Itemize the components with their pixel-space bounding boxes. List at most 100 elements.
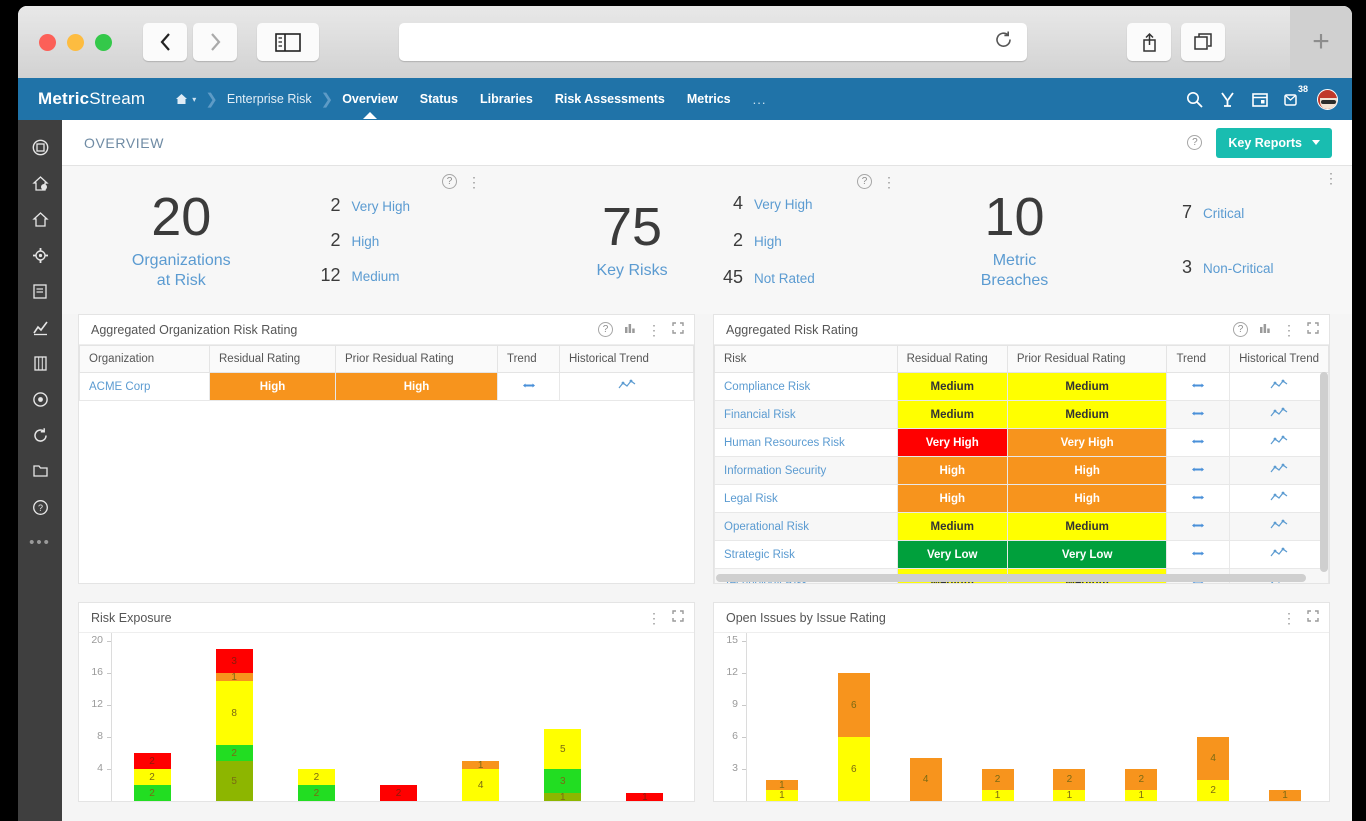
kebab-icon[interactable]: ⋮ — [1282, 326, 1296, 334]
chart-bar[interactable]: 24 — [1197, 737, 1229, 801]
cell-historical-trend[interactable] — [1230, 401, 1329, 429]
cell-historical-trend[interactable] — [560, 373, 694, 401]
close-window-button[interactable] — [39, 34, 56, 51]
info-icon[interactable]: ? — [857, 174, 872, 189]
chart-bar-segment[interactable]: 2 — [216, 745, 253, 761]
kebab-icon[interactable]: ⋮ — [1324, 174, 1338, 182]
reload-icon[interactable] — [994, 30, 1013, 54]
kpi-breakdown-row[interactable]: 2High — [319, 230, 558, 251]
share-button[interactable] — [1127, 23, 1171, 61]
chart-bar[interactable]: 22 — [298, 769, 335, 801]
sidebar-item-target-icon[interactable] — [23, 382, 57, 416]
kpi-metric-breaches[interactable]: 10 Metric Breaches — [867, 190, 1162, 291]
chart-bar-segment[interactable]: 4 — [462, 769, 499, 801]
new-tab-button[interactable]: + — [1290, 6, 1352, 78]
cell-historical-trend[interactable] — [1230, 485, 1329, 513]
chart-bar-segment[interactable]: 4 — [910, 758, 942, 801]
col-organization[interactable]: Organization — [80, 346, 210, 373]
table-row[interactable]: Strategic RiskVery LowVery Low — [715, 541, 1329, 569]
chart-bar[interactable]: 4 — [910, 758, 942, 801]
table-row[interactable]: Operational RiskMediumMedium — [715, 513, 1329, 541]
tools-icon[interactable] — [1219, 91, 1236, 108]
sidebar-item-home-alert-icon[interactable] — [23, 166, 57, 200]
nav-link-risk-assessments[interactable]: Risk Assessments — [555, 92, 665, 106]
sidebar-item-more-icon[interactable]: ••• — [23, 526, 57, 560]
risk-table-scroll-area[interactable]: Risk Residual Rating Prior Residual Rati… — [714, 345, 1329, 583]
cell-historical-trend[interactable] — [1230, 457, 1329, 485]
col-trend[interactable]: Trend — [1167, 346, 1230, 373]
table-row[interactable]: Financial RiskMediumMedium — [715, 401, 1329, 429]
nav-link-status[interactable]: Status — [420, 92, 458, 106]
col-trend[interactable]: Trend — [498, 346, 560, 373]
export-icon[interactable] — [1259, 322, 1271, 337]
cell-historical-trend[interactable] — [1230, 541, 1329, 569]
cell-historical-trend[interactable] — [1230, 373, 1329, 401]
info-icon[interactable]: ? — [598, 322, 613, 337]
chart-bar[interactable]: 135 — [544, 729, 581, 801]
chart-bar-segment[interactable]: 1 — [982, 790, 1014, 801]
minimize-window-button[interactable] — [67, 34, 84, 51]
info-icon[interactable]: ? — [1233, 322, 1248, 337]
col-historical-trend[interactable]: Historical Trend — [1230, 346, 1329, 373]
chart-bar-segment[interactable]: 5 — [216, 761, 253, 801]
kpi-key-risks[interactable]: 75 Key Risks — [557, 200, 707, 281]
sidebar-item-dashboard-icon[interactable] — [23, 130, 57, 164]
sidebar-item-chart-icon[interactable] — [23, 310, 57, 344]
chart-bar-segment[interactable]: 1 — [766, 790, 798, 801]
chart-bar-segment[interactable]: 2 — [298, 769, 335, 785]
chart-bar-segment[interactable]: 2 — [298, 785, 335, 801]
chart-bar-segment[interactable]: 3 — [216, 649, 253, 673]
kebab-icon[interactable]: ⋮ — [882, 178, 896, 186]
sidebar-toggle-button[interactable] — [257, 23, 319, 61]
chart-bar-segment[interactable]: 6 — [838, 737, 870, 801]
breadcrumb-enterprise-risk[interactable]: Enterprise Risk — [227, 92, 312, 106]
kpi-breakdown-row[interactable]: 4Very High — [721, 193, 867, 214]
kpi-breakdown-row[interactable]: 12Medium — [319, 265, 558, 286]
chart-bar-segment[interactable]: 2 — [1053, 769, 1085, 790]
table-row[interactable]: Information SecurityHighHigh — [715, 457, 1329, 485]
nav-more-button[interactable]: ... — [753, 92, 767, 107]
address-bar[interactable] — [399, 23, 1027, 61]
table-row[interactable]: ACME Corp High High — [80, 373, 694, 401]
cell-organization[interactable]: ACME Corp — [80, 373, 210, 401]
cell-risk[interactable]: Financial Risk — [715, 401, 898, 429]
chart-bar-segment[interactable]: 2 — [982, 769, 1014, 790]
cell-risk[interactable]: Compliance Risk — [715, 373, 898, 401]
chart-bar-segment[interactable]: 1 — [1053, 790, 1085, 801]
search-icon[interactable] — [1186, 91, 1203, 108]
cell-historical-trend[interactable] — [1230, 513, 1329, 541]
col-historical-trend[interactable]: Historical Trend — [560, 346, 694, 373]
chart-bar-segment[interactable]: 1 — [462, 761, 499, 769]
chart-bar-segment[interactable]: 5 — [544, 729, 581, 769]
chart-bar[interactable]: 52813 — [216, 649, 253, 801]
sidebar-item-grid-icon[interactable] — [23, 346, 57, 380]
expand-icon[interactable] — [1307, 322, 1319, 337]
kebab-icon[interactable]: ⋮ — [647, 614, 661, 622]
col-prior-residual-rating[interactable]: Prior Residual Rating — [1007, 346, 1167, 373]
chart-bar[interactable]: 12 — [1053, 769, 1085, 801]
chart-bar-segment[interactable]: 8 — [216, 681, 253, 745]
chart-bar-segment[interactable]: 2 — [1125, 769, 1157, 790]
chart-bar-segment[interactable]: 1 — [216, 673, 253, 681]
sidebar-item-gear-icon[interactable] — [23, 238, 57, 272]
horizontal-scrollbar[interactable] — [716, 574, 1306, 582]
sidebar-item-folder-icon[interactable] — [23, 454, 57, 488]
chart-bar-segment[interactable]: 1 — [544, 793, 581, 801]
chart-bar-segment[interactable]: 2 — [134, 785, 171, 801]
chart-bar-segment[interactable]: 6 — [838, 673, 870, 737]
col-residual-rating[interactable]: Residual Rating — [897, 346, 1007, 373]
kpi-breakdown-row[interactable]: 3Non-Critical — [1170, 257, 1352, 278]
chart-bar-segment[interactable]: 2 — [1197, 780, 1229, 801]
kpi-breakdown-row[interactable]: 2Very High — [319, 195, 558, 216]
col-risk[interactable]: Risk — [715, 346, 898, 373]
page-help-icon[interactable]: ? — [1187, 135, 1202, 150]
kpi-breakdown-row[interactable]: 7Critical — [1170, 202, 1352, 223]
app-logo[interactable]: MetricStream — [38, 89, 145, 109]
nav-link-metrics[interactable]: Metrics — [687, 92, 731, 106]
cell-historical-trend[interactable] — [1230, 429, 1329, 457]
table-row[interactable]: Human Resources RiskVery HighVery High — [715, 429, 1329, 457]
col-residual-rating[interactable]: Residual Rating — [210, 346, 336, 373]
chart-bar-segment[interactable]: 1 — [1269, 790, 1301, 801]
chart-bar-segment[interactable]: 2 — [380, 785, 417, 801]
key-reports-button[interactable]: Key Reports — [1216, 128, 1332, 158]
